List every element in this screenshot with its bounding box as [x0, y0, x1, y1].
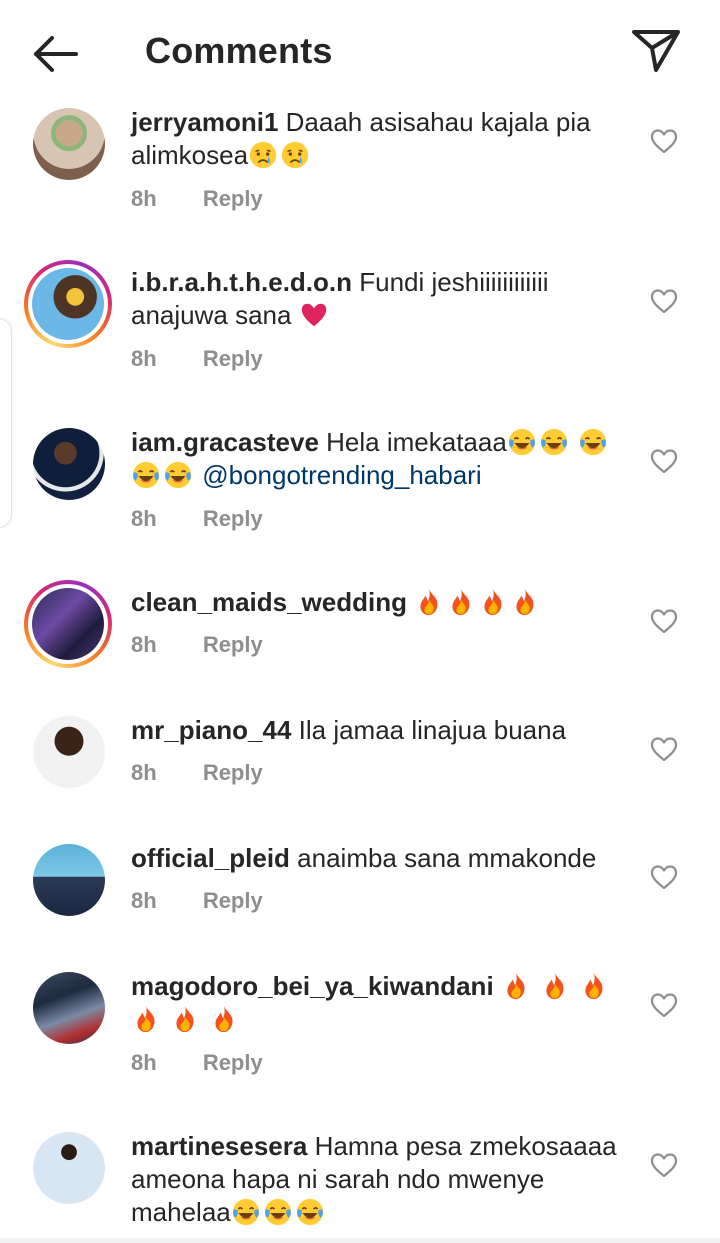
heart-outline-icon[interactable] [650, 992, 678, 1018]
comment-meta: 8h Reply [131, 506, 263, 532]
tears-of-joy-icon [231, 1197, 261, 1227]
fire-icon [170, 1004, 200, 1034]
comment-username[interactable]: mr_piano_44 [131, 715, 291, 745]
red-heart-icon [299, 300, 329, 330]
fire-icon [209, 1004, 239, 1034]
fire-icon [414, 587, 444, 617]
fire-icon [478, 587, 508, 617]
comment-item: official_pleid anaimba sana mmakonde 8h … [0, 840, 720, 968]
reply-button[interactable]: Reply [203, 760, 263, 785]
avatar[interactable] [33, 1132, 105, 1204]
avatar[interactable] [33, 428, 105, 500]
comment-item: jerryamoni1 Daaah asisahau kajala pia al… [0, 104, 720, 264]
page-title: Comments [145, 30, 333, 71]
comment-time: 8h [131, 632, 157, 657]
tears-of-joy-icon [578, 427, 608, 457]
comment-text: iam.gracasteve Hela imekataaa @bongotren… [131, 426, 631, 492]
comment-body: Ila jamaa linajua buana [298, 715, 567, 745]
avatar[interactable] [33, 716, 105, 788]
comment-item: iam.gracasteve Hela imekataaa @bongotren… [0, 424, 720, 584]
reply-button[interactable]: Reply [203, 346, 263, 371]
comment-time: 8h [131, 506, 157, 531]
tears-of-joy-icon [507, 427, 537, 457]
comment-text: martinesesera Hamna pesa zmekosaaaa ameo… [131, 1130, 631, 1229]
back-button[interactable] [28, 30, 84, 78]
comment-item: mr_piano_44 Ila jamaa linajua buana 8h R… [0, 712, 720, 840]
comment-text: official_pleid anaimba sana mmakonde [131, 842, 631, 875]
mention-link[interactable]: @bongotrending_habari [202, 460, 481, 490]
heart-outline-icon[interactable] [650, 736, 678, 762]
comment-text: mr_piano_44 Ila jamaa linajua buana [131, 714, 631, 747]
avatar[interactable] [33, 108, 105, 180]
tears-of-joy-icon [163, 460, 193, 490]
comment-text: magodoro_bei_ya_kiwandani [131, 970, 631, 1036]
reply-button[interactable]: Reply [203, 888, 263, 913]
comment-time: 8h [131, 1050, 157, 1075]
tears-of-joy-icon [539, 427, 569, 457]
paper-plane-icon [632, 30, 680, 72]
tears-of-joy-icon [131, 460, 161, 490]
fire-icon [131, 1004, 161, 1034]
comment-meta: 8h Reply [131, 760, 263, 786]
avatar-story-ring[interactable] [24, 260, 112, 348]
comment-meta: 8h Reply [131, 186, 263, 212]
arrow-left-icon [34, 36, 78, 72]
heart-outline-icon[interactable] [650, 608, 678, 634]
fire-icon [540, 971, 570, 1001]
comment-meta: 8h Reply [131, 1050, 263, 1076]
heart-outline-icon[interactable] [650, 448, 678, 474]
heart-outline-icon[interactable] [650, 288, 678, 314]
crying-face-icon [248, 140, 278, 170]
top-bar: Comments [0, 0, 720, 104]
reply-button[interactable]: Reply [203, 506, 263, 531]
heart-outline-icon[interactable] [650, 128, 678, 154]
comment-time: 8h [131, 346, 157, 371]
comment-text: i.b.r.a.h.t.h.e.d.o.n Fundi jeshiiiiiiii… [131, 266, 631, 332]
heart-outline-icon[interactable] [650, 864, 678, 890]
fire-icon [510, 587, 540, 617]
comment-meta: 8h Reply [131, 888, 263, 914]
comment-item: i.b.r.a.h.t.h.e.d.o.n Fundi jeshiiiiiiii… [0, 260, 720, 424]
reply-button[interactable]: Reply [203, 186, 263, 211]
heart-outline-icon[interactable] [650, 1152, 678, 1178]
comment-body: Hela imekataaa [326, 427, 507, 457]
bottom-divider [0, 1238, 720, 1243]
share-button[interactable] [628, 26, 684, 76]
comment-username[interactable]: clean_maids_wedding [131, 587, 407, 617]
comment-username[interactable]: jerryamoni1 [131, 107, 278, 137]
tears-of-joy-icon [295, 1197, 325, 1227]
comment-time: 8h [131, 186, 157, 211]
comment-item: clean_maids_wedding 8h Reply [0, 580, 720, 712]
comment-text: jerryamoni1 Daaah asisahau kajala pia al… [131, 106, 631, 172]
comment-body: anaimba sana mmakonde [297, 843, 597, 873]
comment-username[interactable]: martinesesera [131, 1131, 307, 1161]
avatar[interactable] [33, 844, 105, 916]
comment-time: 8h [131, 760, 157, 785]
reply-button[interactable]: Reply [203, 1050, 263, 1075]
comment-time: 8h [131, 888, 157, 913]
tears-of-joy-icon [263, 1197, 293, 1227]
comment-meta: 8h Reply [131, 346, 263, 372]
comment-username[interactable]: official_pleid [131, 843, 290, 873]
comment-text: clean_maids_wedding [131, 586, 631, 619]
comment-meta: 8h Reply [131, 632, 263, 658]
fire-icon [446, 587, 476, 617]
avatar[interactable] [33, 972, 105, 1044]
comment-username[interactable]: i.b.r.a.h.t.h.e.d.o.n [131, 267, 352, 297]
comment-item: magodoro_bei_ya_kiwandani 8h Reply [0, 968, 720, 1128]
crying-face-icon [280, 140, 310, 170]
comment-item: martinesesera Hamna pesa zmekosaaaa ameo… [0, 1128, 720, 1238]
comment-username[interactable]: magodoro_bei_ya_kiwandani [131, 971, 494, 1001]
fire-icon [501, 971, 531, 1001]
reply-button[interactable]: Reply [203, 632, 263, 657]
comment-username[interactable]: iam.gracasteve [131, 427, 319, 457]
avatar-story-ring[interactable] [24, 580, 112, 668]
fire-icon [579, 971, 609, 1001]
